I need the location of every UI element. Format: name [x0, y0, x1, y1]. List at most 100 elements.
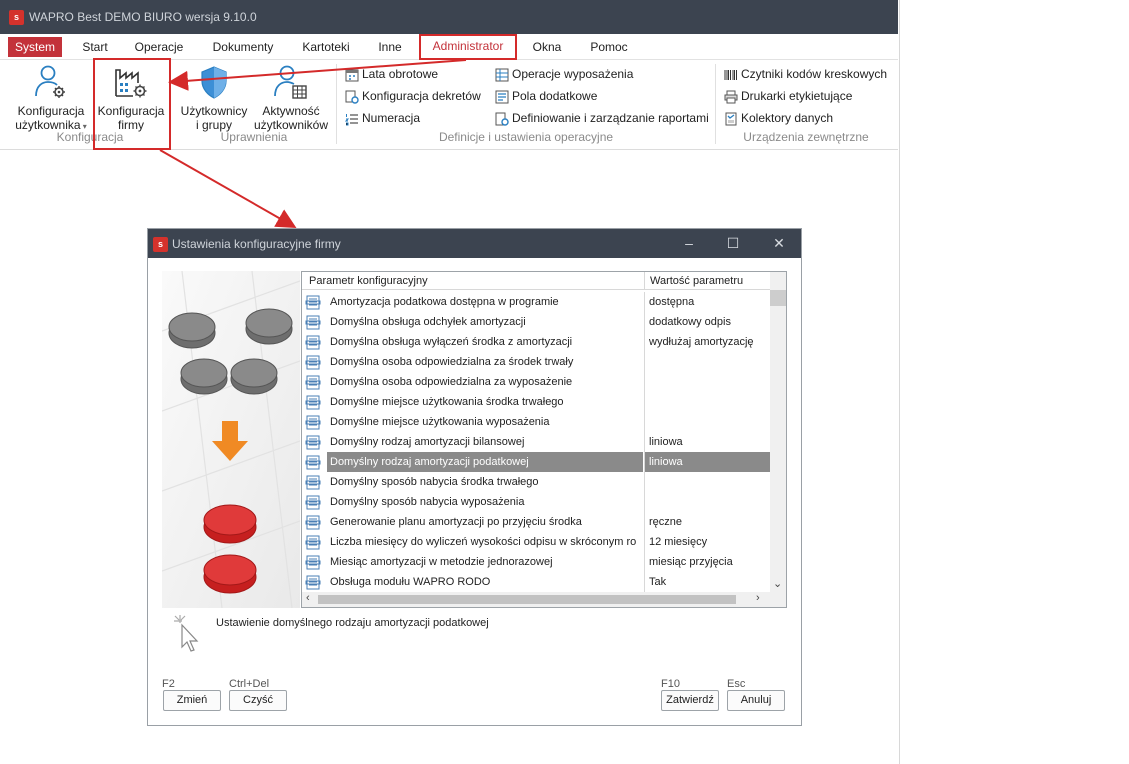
config-dialog: s Ustawienia konfiguracyjne firmy – ☐ ✕: [147, 228, 802, 726]
kolektory-danych-button[interactable]: Kolektory danych: [724, 109, 833, 127]
table-row[interactable]: Domyślny sposób nabycia środka trwałego: [302, 472, 770, 492]
table-row[interactable]: Domyślna osoba odpowiedzialna za środek …: [302, 352, 770, 372]
table-row[interactable]: Domyślna obsługa odchyłek amortyzacji dod…: [302, 312, 770, 332]
menu-start[interactable]: Start: [74, 37, 116, 57]
minimize-icon[interactable]: –: [681, 235, 697, 251]
lata-obrotowe-button[interactable]: Lata obrotowe: [345, 65, 438, 83]
table-row[interactable]: Domyślne miejsce użytkowania wyposażenia: [302, 412, 770, 432]
menu-system[interactable]: System: [8, 37, 62, 57]
definiowanie-raportami-button[interactable]: Definiowanie i zarządzanie raportami: [495, 109, 709, 127]
parameter-row-icon: [305, 355, 321, 370]
user-gear-icon: [35, 65, 65, 98]
parameter-row-icon: [305, 575, 321, 590]
anuluj-button[interactable]: Anuluj: [727, 690, 785, 711]
row-parameter-value: Tak: [644, 572, 770, 592]
column-header-param[interactable]: Parametr konfiguracyjny: [309, 275, 428, 287]
table-row[interactable]: Liczba miesięcy do wyliczeń wysokości od…: [302, 532, 770, 552]
menu-administrator[interactable]: Administrator: [419, 34, 517, 60]
czysc-button[interactable]: Czyść: [229, 690, 287, 711]
window-title: WAPRO Best DEMO BIURO wersja 9.10.0: [29, 10, 257, 24]
row-parameter-value: [644, 352, 770, 372]
table-row[interactable]: Domyślny rodzaj amortyzacji bilansowej li…: [302, 432, 770, 452]
grid-header: Parametr konfiguracyjny Wartość parametr…: [302, 272, 786, 290]
table-icon: [495, 68, 509, 82]
shortcut-f10: F10: [661, 678, 680, 690]
row-parameter-value: wydłużaj amortyzację: [644, 332, 770, 352]
report-gear-icon: [495, 112, 509, 126]
group-label-uprawnienia: Uprawnienia: [220, 130, 288, 144]
dialog-title-bar: s Ustawienia konfiguracyjne firmy – ☐ ✕: [148, 229, 801, 258]
menu-dokumenty[interactable]: Dokumenty: [202, 37, 284, 57]
parameter-row-icon: [305, 555, 321, 570]
konfiguracja-uzytkownika-button[interactable]: Konfiguracja użytkownika ▾: [12, 64, 90, 134]
barcode-icon: [724, 69, 737, 80]
vertical-scrollbar[interactable]: ⌄: [770, 272, 786, 592]
row-parameter-name: Domyślne miejsce użytkowania wyposażenia: [330, 416, 550, 428]
aktywnosc-uzytkownikow-button[interactable]: Aktywność użytkowników: [250, 64, 332, 132]
row-parameter-value: dodatkowy odpis: [644, 312, 770, 332]
czytniki-kodow-button[interactable]: Czytniki kodów kreskowych: [724, 65, 887, 83]
row-parameter-value: dostępna: [644, 292, 770, 312]
konfiguracja-dekretow-button[interactable]: Konfiguracja dekretów: [345, 87, 481, 105]
column-header-value[interactable]: Wartość parametru: [650, 275, 743, 287]
row-parameter-name: Domyślny sposób nabycia wyposażenia: [330, 496, 525, 508]
table-row[interactable]: Domyślny sposób nabycia wyposażenia: [302, 492, 770, 512]
group-label-urzadzenia: Urządzenia zewnętrzne: [743, 130, 869, 144]
zatwierdz-button[interactable]: Zatwierdź: [661, 690, 719, 711]
parameter-row-icon: [305, 415, 321, 430]
row-parameter-name: Liczba miesięcy do wyliczeń wysokości od…: [330, 536, 637, 548]
row-parameter-name: Domyślna osoba odpowiedzialna za wyposaż…: [330, 376, 573, 388]
table-row[interactable]: Domyślna osoba odpowiedzialna za wyposaż…: [302, 372, 770, 392]
zmien-button[interactable]: Zmień: [163, 690, 221, 711]
numbered-list-icon: [345, 113, 358, 126]
table-row[interactable]: Amortyzacja podatkowa dostępna w program…: [302, 292, 770, 312]
scroll-right-icon[interactable]: ›: [756, 592, 760, 604]
close-icon[interactable]: ✕: [771, 235, 787, 251]
maximize-icon[interactable]: ☐: [725, 235, 741, 251]
scroll-thumb[interactable]: [770, 290, 786, 306]
table-row[interactable]: Obsługa modułu WAPRO RODO Tak: [302, 572, 770, 592]
row-parameter-value: miesiąc przyjęcia: [644, 552, 770, 572]
menu-pomoc[interactable]: Pomoc: [580, 37, 638, 57]
uzytkownicy-label-1: Użytkownicy: [180, 104, 248, 118]
table-row[interactable]: Generowanie planu amortyzacji po przyjęc…: [302, 512, 770, 532]
horizontal-scrollbar[interactable]: ‹ ›: [302, 592, 786, 607]
shortcut-ctrl-del: Ctrl+Del: [229, 678, 270, 690]
pola-dodatkowe-button[interactable]: Pola dodatkowe: [495, 87, 597, 105]
menu-operacje[interactable]: Operacje: [128, 37, 190, 57]
parameter-row-icon: [305, 455, 321, 470]
uzytkownicy-i-grupy-button[interactable]: Użytkownicy i grupy: [176, 64, 252, 132]
drukarki-etykietujace-button[interactable]: Drukarki etykietujące: [724, 87, 852, 105]
parameter-row-icon: [305, 495, 321, 510]
shield-icon: [201, 66, 227, 99]
annotation-box-konfiguracja-firmy: [93, 58, 171, 150]
calendar-icon: [345, 69, 359, 82]
row-parameter-value: ręczne: [644, 512, 770, 532]
printer-icon: [724, 90, 738, 104]
table-row[interactable]: Miesiąc amortyzacji w metodzie jednorazo…: [302, 552, 770, 572]
parameter-row-icon: [305, 375, 321, 390]
table-row[interactable]: Domyślny rodzaj amortyzacji podatkowej li…: [302, 452, 770, 472]
parameters-grid[interactable]: Parametr konfiguracyjny Wartość parametr…: [301, 271, 787, 608]
document-gear-icon: [345, 90, 359, 104]
scroll-down-icon[interactable]: ⌄: [773, 577, 782, 590]
operacje-wyposazenia-button[interactable]: Operacje wyposażenia: [495, 65, 633, 83]
row-parameter-name: Amortyzacja podatkowa dostępna w program…: [330, 296, 559, 308]
checkers-illustration-icon: [162, 271, 300, 608]
table-row[interactable]: Domyślna obsługa wyłączeń środka z amort…: [302, 332, 770, 352]
title-bar: s WAPRO Best DEMO BIURO wersja 9.10.0: [0, 0, 898, 34]
row-parameter-name: Domyślny rodzaj amortyzacji podatkowej: [327, 452, 643, 472]
scroll-left-icon[interactable]: ‹: [306, 592, 310, 604]
horizontal-scroll-thumb[interactable]: [318, 595, 736, 604]
row-parameter-name: Domyślna obsługa odchyłek amortyzacji: [330, 316, 526, 328]
menu-kartoteki[interactable]: Kartoteki: [294, 37, 358, 57]
shortcut-f2: F2: [162, 678, 175, 690]
row-parameter-name: Obsługa modułu WAPRO RODO: [330, 576, 491, 588]
illustration-panel: [162, 271, 300, 608]
numeracja-button[interactable]: Numeracja: [345, 109, 420, 127]
user-table-icon: [274, 65, 307, 99]
table-row[interactable]: Domyślne miejsce użytkowania środka trwa…: [302, 392, 770, 412]
menu-inne[interactable]: Inne: [368, 37, 412, 57]
shortcut-esc: Esc: [727, 678, 746, 690]
menu-okna[interactable]: Okna: [526, 37, 568, 57]
